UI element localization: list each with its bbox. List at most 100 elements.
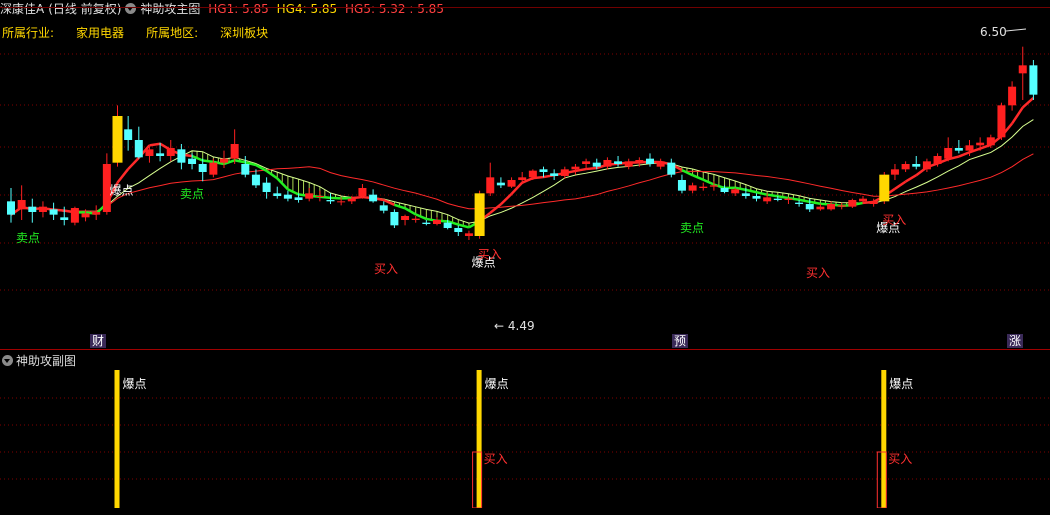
candle-body — [944, 148, 953, 159]
ma-main-segment — [330, 196, 342, 200]
candlestick-chart[interactable]: 爆点爆点爆点买入买入卖点卖点卖点买入 买入6.50← 4.49财预涨 爆点 爆点 爆点… — [0, 0, 1050, 515]
grid-lines — [0, 7, 1050, 480]
ma-main-segment — [116, 168, 130, 184]
sub-buy-label: 买入 — [484, 452, 508, 466]
candle-body — [1008, 86, 1017, 106]
candle-body — [315, 196, 324, 197]
candle-body — [912, 164, 921, 167]
ma-main-segment — [575, 167, 587, 173]
candle-body — [220, 158, 228, 163]
candle-body — [230, 144, 239, 159]
sub-chart-title: 神助攻副图 — [2, 352, 76, 369]
candle-body — [38, 206, 47, 212]
candle-body — [986, 137, 995, 146]
ma-main-segment — [149, 142, 161, 147]
candle-body — [241, 164, 250, 175]
candle-body — [614, 161, 623, 164]
candle-body — [209, 162, 218, 175]
ma-main-segment — [1011, 106, 1024, 125]
candle-body — [901, 164, 910, 170]
candle-body — [294, 197, 303, 200]
candle-body — [507, 180, 516, 187]
sub-baodian-label: 爆点 — [485, 377, 509, 391]
ma-main-segment — [766, 193, 778, 198]
indicator-lines — [10, 96, 1035, 229]
ma-main-segment — [809, 200, 821, 205]
candle-body — [273, 193, 282, 196]
candle-body — [7, 201, 15, 215]
candle-body — [283, 194, 292, 199]
candle-body — [124, 129, 133, 140]
buy-label: 买入 — [478, 248, 502, 262]
ma-main-segment — [979, 143, 992, 150]
candle-body — [379, 205, 388, 211]
ma-main-segment — [202, 159, 214, 164]
candle-body — [805, 204, 814, 210]
baodian-label: 爆点 — [110, 184, 134, 198]
candle-body — [486, 177, 495, 194]
ma-main-segment — [394, 203, 406, 210]
sub-buy-label: 买入 — [888, 452, 912, 466]
candle-body — [933, 156, 942, 164]
ma-main-segment — [958, 151, 970, 158]
candle-body — [859, 198, 867, 202]
candle-body — [816, 206, 825, 210]
buy-label: 买入 — [374, 262, 398, 276]
candle-body — [262, 182, 271, 192]
sell-label: 卖点 — [16, 231, 40, 245]
ma-main-segment — [489, 203, 502, 214]
candle-body — [347, 198, 356, 202]
candle-body — [177, 149, 186, 163]
candle-body — [166, 148, 175, 156]
candle-body — [571, 166, 580, 170]
candle-body — [305, 193, 314, 199]
candle-body — [763, 197, 772, 202]
candle-body — [198, 164, 207, 172]
baodian-candle — [474, 193, 485, 236]
chevron-down-icon[interactable] — [2, 355, 13, 366]
candle-body — [528, 170, 537, 178]
candle-body — [592, 162, 601, 167]
candle-body — [795, 202, 804, 204]
ma-main-segment — [1021, 96, 1035, 109]
candle-body — [837, 205, 846, 207]
candle-body — [390, 212, 399, 226]
candle-body — [582, 161, 591, 164]
sell-label: 卖点 — [180, 187, 204, 201]
candle-body — [688, 185, 697, 191]
candle-body — [401, 216, 410, 220]
candle-body — [677, 180, 686, 191]
candle-body — [667, 162, 676, 175]
candle-body — [539, 169, 548, 172]
candle-body — [92, 212, 101, 215]
ma-main-segment — [457, 223, 470, 229]
candle-body — [358, 188, 367, 196]
candle-body — [518, 177, 527, 180]
candle-body — [156, 153, 165, 156]
candle-body — [1029, 65, 1038, 95]
candle-body — [433, 220, 441, 224]
baodian-candle — [112, 116, 123, 163]
candle-body — [869, 201, 878, 204]
sub-baodian-label: 爆点 — [123, 377, 147, 391]
low-price-label: ← 4.49 — [494, 319, 535, 333]
candle-body — [411, 218, 420, 220]
candle-body — [81, 213, 90, 218]
sub-baodian-bar — [114, 370, 120, 508]
high-price-pointer — [1005, 28, 1027, 32]
candle-body — [251, 174, 260, 186]
candle-body — [848, 200, 857, 207]
candle-body — [699, 186, 708, 188]
sub-indicator-name[interactable]: 神助攻副图 — [16, 354, 76, 368]
buy-label: 买入 — [882, 213, 906, 227]
candle-body — [134, 140, 143, 158]
candle-body — [752, 196, 761, 199]
ma-main-segment — [351, 195, 363, 200]
sub-baodian-label: 爆点 — [889, 377, 913, 391]
ma-main-segment — [798, 198, 810, 204]
axis-marker-label: 财 — [92, 334, 104, 348]
candle-body — [773, 198, 782, 200]
candle-body — [635, 160, 644, 163]
candle-body — [369, 194, 378, 202]
candle-body — [656, 161, 665, 167]
